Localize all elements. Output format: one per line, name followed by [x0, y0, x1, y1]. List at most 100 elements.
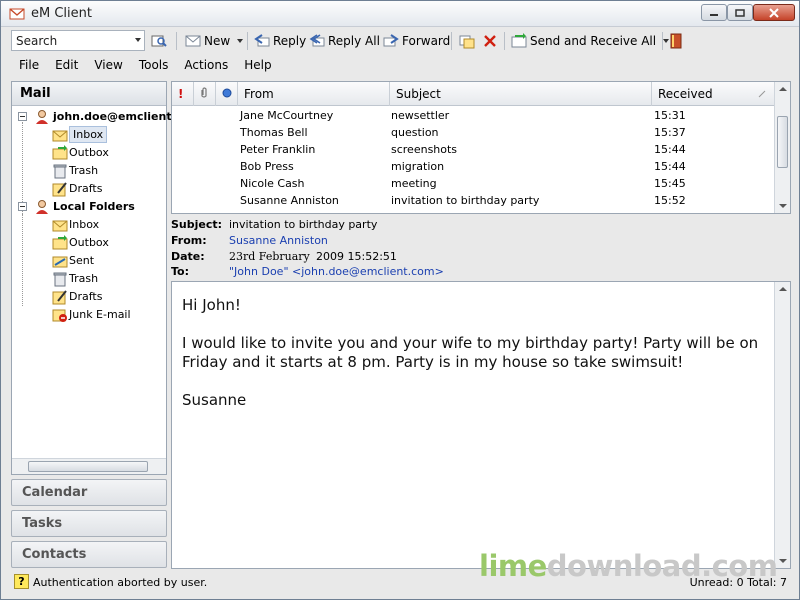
- reply-icon: [254, 34, 270, 47]
- send-receive-button[interactable]: Send and Receive All: [509, 30, 671, 52]
- table-row[interactable]: Thomas Bell question 15:37: [172, 124, 774, 141]
- chevron-down-icon[interactable]: [135, 38, 141, 42]
- search-placeholder: Search: [16, 34, 58, 48]
- row-received: 15:45: [654, 177, 686, 190]
- local-folder-outbox[interactable]: Outbox: [12, 234, 166, 252]
- to-link[interactable]: "John Doe" <john.doe@emclient.com>: [229, 265, 444, 278]
- date-day: 23rd February: [229, 250, 310, 263]
- folder-trash[interactable]: Trash: [12, 162, 166, 180]
- menu-actions[interactable]: Actions: [176, 55, 236, 77]
- menu-edit[interactable]: Edit: [47, 55, 86, 77]
- row-subject: question: [391, 126, 439, 139]
- drafts-icon: [52, 290, 67, 305]
- menu-help[interactable]: Help: [236, 55, 279, 77]
- minimize-button[interactable]: [701, 4, 727, 21]
- row-from: Nicole Cash: [240, 177, 305, 190]
- scroll-up-icon[interactable]: [779, 87, 787, 91]
- account-node[interactable]: john.doe@emclient.: [12, 108, 176, 126]
- new-dropdown-icon[interactable]: [237, 39, 244, 43]
- column-read-icon[interactable]: [216, 82, 238, 106]
- message-body-scrollbar[interactable]: [774, 282, 790, 568]
- table-row-selected[interactable]: Susanne Anniston invitation to birthday …: [172, 192, 774, 209]
- table-row[interactable]: Bob Press migration 15:44: [172, 158, 774, 175]
- maximize-button[interactable]: [727, 4, 753, 21]
- nav-contacts-button[interactable]: Contacts: [11, 541, 167, 568]
- reply-all-button[interactable]: Reply All: [307, 30, 382, 52]
- local-folder-drafts[interactable]: Drafts: [12, 288, 166, 306]
- column-subject[interactable]: Subject: [390, 82, 652, 106]
- status-counts: Unread: 0 Total: 7: [689, 576, 787, 589]
- delete-button[interactable]: [480, 30, 500, 52]
- local-folder-sent[interactable]: Sent: [12, 252, 166, 270]
- local-folder-junk[interactable]: Junk E-mail: [12, 306, 166, 324]
- folder-tree: john.doe@emclient. Inbox Outbox Trash Dr…: [12, 108, 176, 324]
- window-title: eM Client: [31, 6, 92, 21]
- maximize-icon: [735, 8, 745, 17]
- folder-label: Outbox: [69, 146, 109, 159]
- column-flag-icon[interactable]: !: [172, 82, 194, 106]
- collapse-icon[interactable]: [18, 202, 27, 211]
- message-list-scrollbar[interactable]: [774, 82, 790, 213]
- table-row[interactable]: Nicole Cash meeting 15:45: [172, 175, 774, 192]
- folder-label: Sent: [69, 254, 95, 267]
- row-from: Peter Franklin: [240, 143, 316, 156]
- scroll-down-icon[interactable]: [779, 204, 787, 208]
- scrollbar-thumb[interactable]: [28, 461, 148, 472]
- nav-tasks-button[interactable]: Tasks: [11, 510, 167, 537]
- folder-label: Junk E-mail: [69, 308, 131, 321]
- search-options-button[interactable]: [149, 30, 169, 52]
- folder-pane: Mail john.doe@emclient. Inbox Outbox Tra…: [11, 81, 176, 475]
- column-from[interactable]: From: [238, 82, 390, 106]
- subject-value: invitation to birthday party: [229, 218, 378, 231]
- close-button[interactable]: [753, 4, 795, 21]
- trash-icon: [53, 272, 67, 287]
- message-body-pane[interactable]: Hi John! I would like to invite you and …: [171, 281, 791, 569]
- search-input[interactable]: Search: [11, 30, 145, 51]
- scroll-up-icon[interactable]: [779, 287, 787, 291]
- table-row[interactable]: Peter Franklin screenshots 15:44: [172, 141, 774, 158]
- reply-label: Reply: [273, 34, 307, 48]
- table-row[interactable]: Jane McCourtney newsettler 15:31: [172, 107, 774, 124]
- folder-outbox[interactable]: Outbox: [12, 144, 166, 162]
- local-folders-node[interactable]: Local Folders: [12, 198, 166, 216]
- folder-label: Trash: [69, 272, 99, 285]
- reply-button[interactable]: Reply: [252, 30, 308, 52]
- menu-tools[interactable]: Tools: [131, 55, 177, 77]
- body-greeting: Hi John!: [182, 296, 241, 314]
- message-body: Hi John! I would like to invite you and …: [182, 296, 762, 429]
- move-to-folder-button[interactable]: [457, 30, 477, 52]
- local-folder-inbox[interactable]: Inbox: [12, 216, 166, 234]
- new-button[interactable]: New: [183, 30, 245, 52]
- sent-icon: [52, 256, 68, 268]
- column-received[interactable]: Received: [652, 82, 774, 106]
- title-bar[interactable]: eM Client: [1, 1, 799, 27]
- forward-button[interactable]: Forward: [381, 30, 452, 52]
- account-label: john.doe@emclient.: [53, 110, 176, 123]
- collapse-icon[interactable]: [18, 112, 27, 121]
- column-attachment-icon[interactable]: [194, 82, 216, 106]
- folder-label: Outbox: [69, 236, 109, 249]
- menu-file[interactable]: File: [11, 55, 47, 77]
- local-folder-trash[interactable]: Trash: [12, 270, 166, 288]
- folder-label: Inbox: [69, 218, 100, 231]
- scrollbar-thumb[interactable]: [777, 116, 788, 168]
- warning-help-icon: ?: [14, 574, 29, 589]
- row-received: 15:52: [654, 194, 686, 207]
- scroll-down-icon[interactable]: [779, 559, 787, 563]
- horizontal-scrollbar[interactable]: [12, 458, 166, 474]
- outbox-icon: [52, 145, 68, 160]
- outbox-icon: [52, 235, 68, 250]
- row-from: Thomas Bell: [240, 126, 308, 139]
- folder-drafts[interactable]: Drafts: [12, 180, 166, 198]
- address-book-button[interactable]: [666, 30, 686, 52]
- app-window: eM Client Search New Reply Reply All For…: [0, 0, 800, 600]
- folder-inbox[interactable]: Inbox: [12, 126, 166, 144]
- reply-all-label: Reply All: [328, 34, 380, 48]
- toolbar: Search New Reply Reply All Forward Send …: [11, 29, 691, 53]
- from-link[interactable]: Susanne Anniston: [229, 234, 328, 247]
- nav-calendar-button[interactable]: Calendar: [11, 479, 167, 506]
- date-key: Date:: [171, 250, 205, 263]
- menu-view[interactable]: View: [86, 55, 130, 77]
- toolbar-separator: [247, 32, 248, 50]
- row-from: Susanne Anniston: [240, 194, 339, 207]
